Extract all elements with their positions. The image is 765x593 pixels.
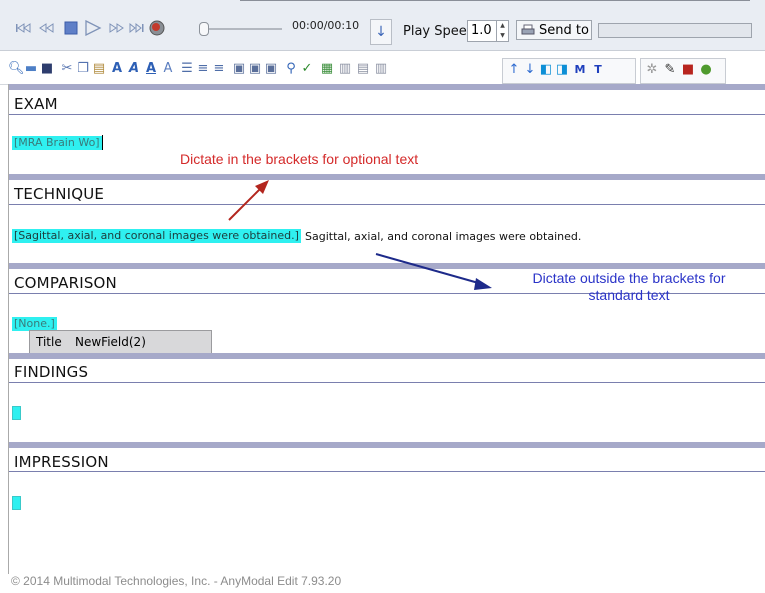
formatting-toolbar: 🔍︎ ▬ ■ ✂ ❐ ▤ A A A A ☰ ≡ ≡ ▣ ▣ ▣ ⚲ ✓ ▦ ▥… <box>0 56 765 85</box>
send-to-label: Send to <box>539 22 589 38</box>
find-icon[interactable]: ⚲ <box>284 62 298 76</box>
field-tooltip: Title NewField(2) <box>29 330 212 354</box>
copyright-footer: © 2014 Multimodal Technologies, Inc. - A… <box>11 574 342 588</box>
section-heading-technique: TECHNIQUE <box>14 185 105 203</box>
player-bar: 00:00/00:10 ↓ Play Spee 1.0 ▲ ▼ Send to <box>0 0 765 51</box>
play-button[interactable] <box>84 20 102 36</box>
text-cursor <box>102 135 103 150</box>
section-band <box>9 353 765 359</box>
section-rule <box>9 204 765 205</box>
optional-field-impression[interactable] <box>12 496 21 510</box>
send-to-button[interactable]: Send to <box>516 20 592 40</box>
font-a-icon[interactable]: A <box>110 62 124 76</box>
optional-field-findings[interactable] <box>12 406 21 420</box>
position-slider-thumb[interactable] <box>199 22 209 36</box>
gear-icon[interactable]: ✲ <box>645 63 659 77</box>
annotation-optional-text: Dictate in the brackets for optional tex… <box>180 151 419 167</box>
indent-icon[interactable]: ≡ <box>196 62 210 76</box>
annotation-standard-line-1: Dictate outside the brackets for <box>532 270 726 286</box>
stop-button[interactable] <box>62 20 80 36</box>
position-slider-track[interactable] <box>208 28 282 30</box>
tools-toolbar-group: ✲ ✎ ■ ● <box>640 58 726 84</box>
stop-icon <box>64 21 78 35</box>
underline-a-icon[interactable]: A <box>144 62 158 76</box>
section-heading-comparison: COMPARISON <box>14 274 117 292</box>
arrow-up-icon[interactable]: ↑ <box>507 63 521 77</box>
tooltip-title: Title <box>36 335 62 349</box>
top-divider <box>240 0 750 1</box>
merge-icon[interactable]: ▥ <box>338 62 352 76</box>
section-rule <box>9 382 765 383</box>
search-icon[interactable]: 🔍︎ <box>8 62 25 76</box>
outdent-icon[interactable]: ≡ <box>212 62 226 76</box>
play-icon <box>85 20 102 36</box>
arrow-down-icon: ↓ <box>375 24 387 40</box>
skip-end-button[interactable] <box>128 20 146 36</box>
fast-forward-icon <box>109 23 124 33</box>
down-arrow-button[interactable]: ↓ <box>370 19 392 45</box>
section-band <box>9 442 765 448</box>
optional-field-technique[interactable]: [Sagittal, axial, and coronal images wer… <box>12 229 301 243</box>
annotation-standard-line-2: standard text <box>588 287 670 303</box>
grid-icon[interactable]: ▦ <box>320 62 334 76</box>
field-icon[interactable]: ▣ <box>248 62 262 76</box>
rewind-button[interactable] <box>37 20 55 36</box>
record-button[interactable] <box>148 20 166 36</box>
save-icon[interactable]: ■ <box>40 62 54 76</box>
play-speed-label: Play Spee <box>403 24 467 39</box>
section-heading-findings: FINDINGS <box>14 363 89 381</box>
folder-icon[interactable]: ▬ <box>24 62 38 76</box>
printer-icon <box>521 24 535 35</box>
record-icon <box>149 20 165 36</box>
template-t-icon[interactable]: T <box>591 63 605 77</box>
annotation-arrow-red <box>228 180 269 221</box>
microphone-icon[interactable]: ✎ <box>663 63 677 77</box>
edit-toolbar-group: 🔍︎ ▬ ■ ✂ ❐ ▤ A A A A ☰ ≡ ≡ ▣ ▣ ▣ ⚲ ✓ ▦ ▥… <box>6 58 496 82</box>
rewind-icon <box>39 23 54 33</box>
skip-start-button[interactable] <box>14 20 32 36</box>
spinner-arrows-icon[interactable]: ▲ ▼ <box>496 21 508 41</box>
field-alt-icon[interactable]: ▣ <box>264 62 278 76</box>
section-heading-impression: IMPRESSION <box>14 453 109 471</box>
fast-forward-button[interactable] <box>108 20 126 36</box>
bullets-icon[interactable]: ☰ <box>180 62 194 76</box>
annotation-standard-text: Dictate outside the brackets for standar… <box>514 270 744 304</box>
table-icon[interactable]: ▣ <box>232 62 246 76</box>
spellcheck-icon[interactable]: ✓ <box>300 62 314 76</box>
standard-text-technique[interactable]: Sagittal, axial, and coronal images were… <box>305 230 581 243</box>
split-icon[interactable]: ▤ <box>356 62 370 76</box>
send-to-field[interactable] <box>598 23 752 38</box>
optional-field-comparison[interactable]: [None.] <box>12 317 57 331</box>
annotation-arrow-blue <box>375 253 492 290</box>
paste-icon[interactable]: ▤ <box>92 62 106 76</box>
tooltip-field-name: NewField(2) <box>75 335 146 349</box>
list-icon[interactable]: ▥ <box>374 62 388 76</box>
navigation-toolbar-group: ↑ ↓ ◧ ◨ M T <box>502 58 636 84</box>
prev-field-icon[interactable]: ◧ <box>539 63 553 77</box>
optional-field-exam[interactable]: [MRA Brain Wo] <box>12 136 102 150</box>
time-display: 00:00/00:10 <box>292 19 360 32</box>
help-icon[interactable]: ● <box>699 63 713 77</box>
arrow-down-icon[interactable]: ↓ <box>523 63 537 77</box>
cut-icon[interactable]: ✂ <box>60 62 74 76</box>
section-band <box>9 174 765 180</box>
macro-m-icon[interactable]: M <box>573 63 587 77</box>
section-band <box>9 84 765 90</box>
section-heading-exam: EXAM <box>14 95 58 113</box>
italic-a-icon[interactable]: A <box>127 62 141 76</box>
section-rule <box>9 471 765 472</box>
copy-icon[interactable]: ❐ <box>76 62 90 76</box>
next-field-icon[interactable]: ◨ <box>555 63 569 77</box>
skip-start-icon <box>16 23 31 33</box>
skip-end-icon <box>129 22 144 34</box>
outline-a-icon[interactable]: A <box>161 62 175 76</box>
book-icon[interactable]: ■ <box>681 63 695 77</box>
section-rule <box>9 114 765 115</box>
play-speed-spinner[interactable]: 1.0 ▲ ▼ <box>467 20 509 42</box>
play-speed-value[interactable]: 1.0 <box>471 23 492 38</box>
